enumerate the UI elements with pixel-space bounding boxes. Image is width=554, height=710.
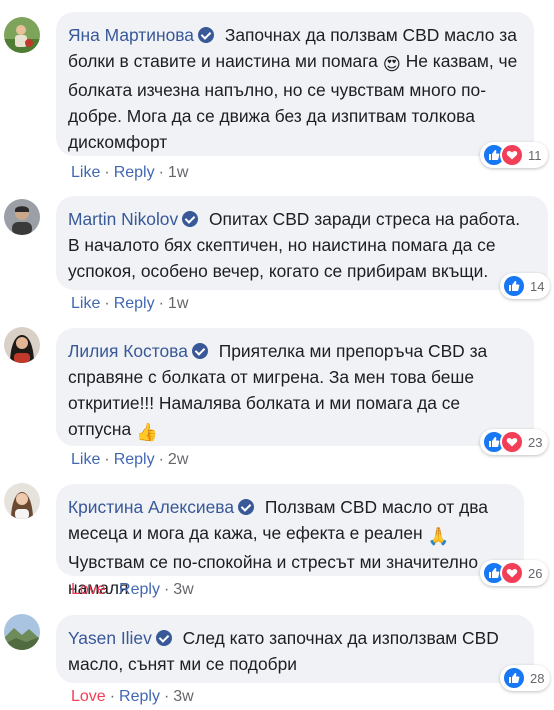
reaction-count: 28 — [530, 670, 545, 686]
reaction-count: 14 — [530, 278, 545, 294]
verified-badge-icon — [182, 211, 199, 227]
comment-actions: Love · Reply · 3w — [71, 688, 194, 706]
like-reaction-icon — [502, 666, 526, 690]
separator: · — [104, 164, 110, 181]
separator: · — [104, 295, 110, 312]
comment-bubble: Yasen Iliev След като започнах да използ… — [56, 615, 534, 683]
verified-badge-icon — [238, 499, 255, 515]
reaction-count: 11 — [528, 147, 542, 163]
separator: · — [163, 581, 170, 598]
verified-badge-icon — [155, 630, 172, 646]
author-name[interactable]: Лилия Костова — [68, 341, 188, 361]
comment-actions: Like · Reply · 1w — [71, 164, 188, 182]
avatar[interactable] — [4, 327, 40, 363]
folded-hands-emoji-icon: 🙏 — [427, 526, 450, 546]
timestamp[interactable]: 3w — [173, 688, 193, 705]
comment-actions: Like · Reply · 1w — [71, 295, 188, 313]
like-reaction-icon — [502, 274, 526, 298]
avatar-image — [4, 17, 40, 53]
separator: · — [109, 688, 116, 705]
avatar-image — [4, 483, 40, 519]
avatar-image — [4, 614, 40, 650]
comment-actions: Like · Reply · 2w — [71, 451, 188, 469]
reaction-summary[interactable]: 14 — [500, 273, 551, 299]
reaction-count: 23 — [528, 434, 543, 450]
avatar[interactable] — [4, 483, 40, 519]
like-link[interactable]: Like — [71, 295, 100, 312]
separator: · — [158, 164, 164, 181]
reaction-summary[interactable]: 28 — [500, 665, 551, 691]
avatar[interactable] — [4, 17, 40, 53]
thumbs-up-emoji-icon: 👍 — [136, 422, 158, 442]
verified-badge-icon — [191, 343, 208, 359]
separator: · — [158, 451, 164, 468]
like-link[interactable]: Like — [71, 164, 100, 181]
author-name[interactable]: Martin Nikolov — [68, 209, 178, 229]
reply-link[interactable]: Reply — [114, 295, 155, 312]
love-reaction-icon — [500, 143, 524, 167]
reply-link[interactable]: Reply — [119, 581, 160, 598]
comment-bubble: Кристина Алексиева Ползвам CBD масло от … — [56, 484, 524, 598]
separator: · — [109, 581, 116, 598]
love-link[interactable]: Love — [71, 688, 106, 705]
verified-badge-icon — [197, 27, 214, 43]
timestamp[interactable]: 1w — [168, 164, 188, 181]
reaction-summary[interactable]: 26 — [480, 560, 549, 586]
timestamp[interactable]: 1w — [168, 295, 188, 312]
author-name[interactable]: Яна Мартинова — [68, 25, 194, 45]
love-link[interactable]: Love — [71, 581, 106, 598]
timestamp[interactable]: 3w — [173, 581, 193, 598]
heart-eyes-emoji-icon: 😍 — [382, 54, 401, 74]
like-link[interactable]: Like — [71, 451, 100, 468]
reaction-summary[interactable]: 23 — [480, 429, 549, 455]
reaction-count: 26 — [528, 565, 543, 581]
comment-bubble: Яна Мартинова Започнах да ползвам CBD ма… — [56, 12, 534, 156]
love-reaction-icon — [500, 561, 524, 585]
comment-bubble: Лилия Костова Приятелка ми препоръча CBD… — [56, 328, 534, 446]
author-name[interactable]: Кристина Алексиева — [68, 497, 234, 517]
timestamp[interactable]: 2w — [168, 451, 188, 468]
comment-bubble: Martin Nikolov Опитах CBD заради стреса … — [56, 196, 548, 290]
author-name[interactable]: Yasen Iliev — [68, 628, 152, 648]
avatar-image — [4, 327, 40, 363]
avatar-image — [4, 199, 40, 235]
love-reaction-icon — [500, 430, 524, 454]
reply-link[interactable]: Reply — [114, 164, 155, 181]
avatar[interactable] — [4, 199, 40, 235]
separator: · — [104, 451, 110, 468]
reply-link[interactable]: Reply — [119, 688, 160, 705]
reaction-summary[interactable]: 11 — [480, 142, 548, 168]
separator: · — [158, 295, 164, 312]
comment-actions: Love · Reply · 3w — [71, 581, 194, 599]
avatar[interactable] — [4, 614, 40, 650]
separator: · — [163, 688, 170, 705]
reply-link[interactable]: Reply — [114, 451, 155, 468]
